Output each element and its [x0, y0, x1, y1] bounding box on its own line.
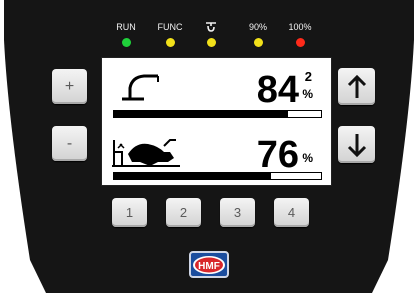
- crane-boom-icon: [122, 74, 159, 101]
- plus-button[interactable]: +: [52, 69, 87, 104]
- boom-load-bar-fill: [114, 111, 288, 117]
- indicator-label-run: RUN: [116, 22, 136, 32]
- indicator-label-90: 90%: [248, 22, 267, 32]
- function-button-2[interactable]: 2: [166, 198, 201, 227]
- control-panel: RUN FUNC 90% 100% + - 84 2 % 76 % 1 2 3 …: [0, 0, 418, 293]
- func-led: [166, 38, 175, 47]
- stabilizer-bar-fill: [114, 173, 272, 179]
- stabilizer-bar: [113, 172, 322, 180]
- boom-load-value: 84: [256, 69, 299, 111]
- svg-text:HMF: HMF: [198, 261, 220, 272]
- 90-percent-led: [254, 38, 263, 47]
- up-arrow-button[interactable]: [338, 68, 375, 105]
- boom-load-bar: [113, 110, 322, 118]
- stabilizer-leg-icon: [112, 139, 180, 167]
- boom-load-unit: %: [302, 87, 313, 101]
- stabilizer-value: 76: [256, 134, 299, 176]
- arrow-down-icon: [347, 133, 366, 157]
- 100-percent-led: [296, 38, 305, 47]
- hmf-logo: HMF: [189, 251, 229, 278]
- arrow-up-icon: [347, 74, 366, 98]
- function-button-4[interactable]: 4: [274, 198, 309, 227]
- boom-load-superscript: 2: [304, 69, 312, 84]
- indicator-label-100: 100%: [288, 22, 312, 32]
- function-button-1[interactable]: 1: [112, 198, 147, 227]
- minus-button[interactable]: -: [52, 126, 87, 161]
- lcd-display: 84 2 % 76 %: [101, 57, 332, 186]
- indicator-label-func: FUNC: [157, 22, 183, 32]
- run-led: [122, 38, 131, 47]
- down-arrow-button[interactable]: [338, 126, 375, 163]
- hook-led: [207, 38, 216, 47]
- stabilizer-unit: %: [302, 151, 313, 165]
- hook-icon: [191, 20, 231, 34]
- function-button-3[interactable]: 3: [220, 198, 255, 227]
